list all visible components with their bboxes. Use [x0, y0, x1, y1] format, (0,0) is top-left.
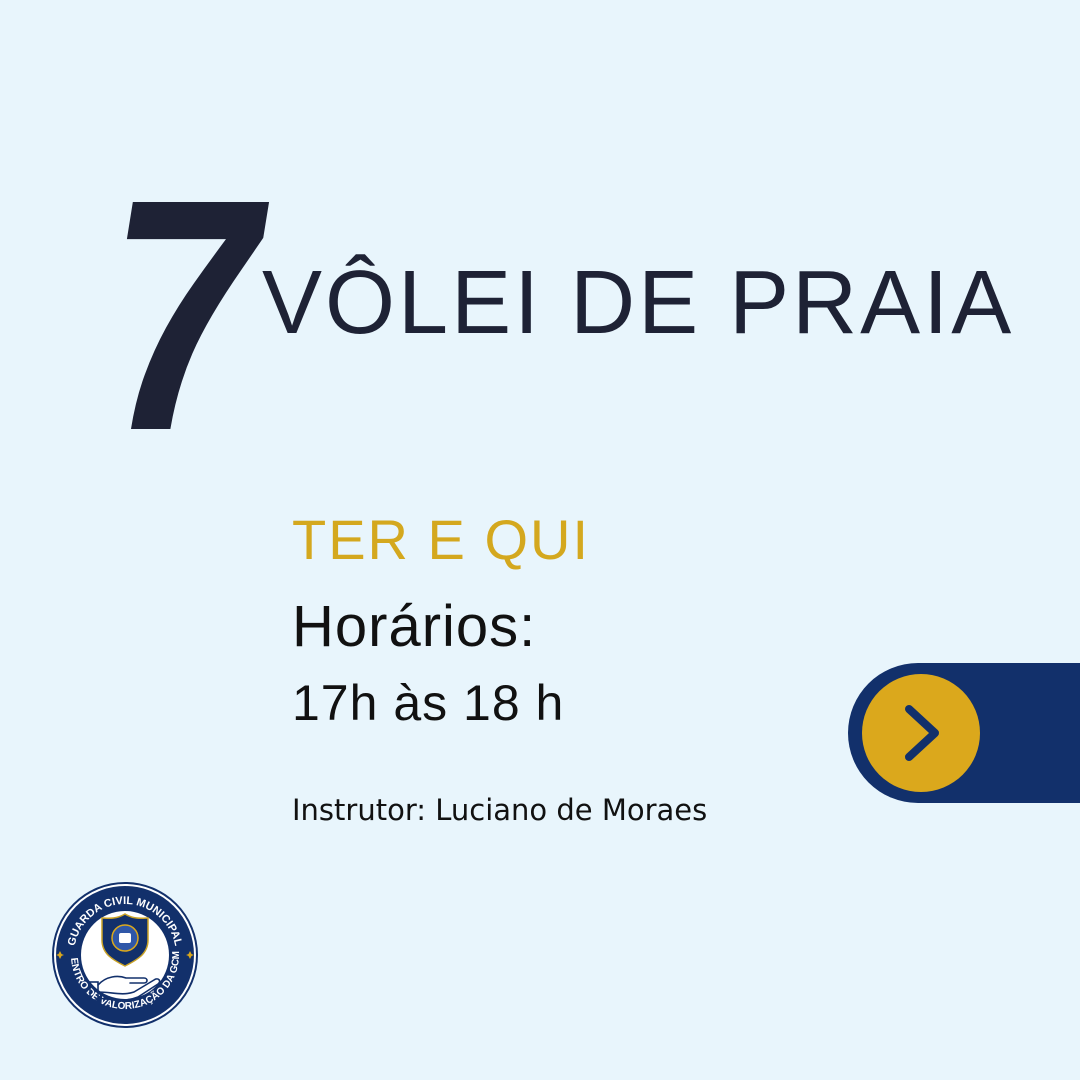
activity-title: VÔLEI DE PRAIA: [262, 253, 1015, 353]
next-button[interactable]: [862, 674, 980, 792]
hours-label: Horários:: [292, 594, 537, 659]
activity-number: 7: [108, 130, 259, 499]
hours-value: 17h às 18 h: [292, 675, 565, 731]
instructor-text: Instrutor: Luciano de Moraes: [292, 793, 708, 827]
chevron-right-icon: [905, 705, 939, 761]
gcm-logo: GUARDA CIVIL MUNICIPAL CENTRO DE VALORIZ…: [50, 880, 198, 1028]
days-text: TER E QUI: [292, 508, 591, 571]
